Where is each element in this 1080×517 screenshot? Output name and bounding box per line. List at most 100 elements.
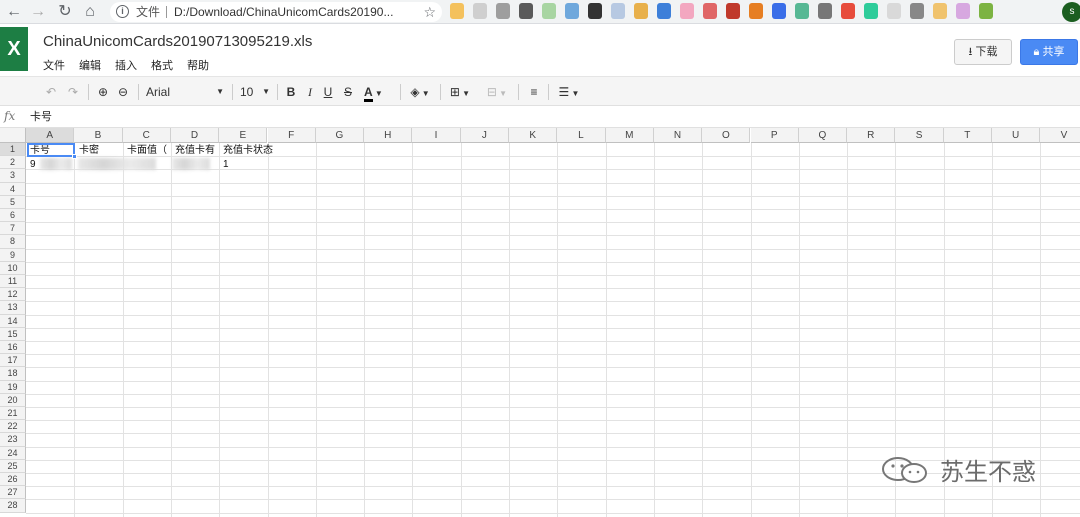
column-header-t[interactable]: T <box>943 128 992 143</box>
share-button[interactable]: 🔒︎ 共享 <box>1020 39 1078 65</box>
download-button[interactable]: ⭳ 下载 <box>954 39 1012 65</box>
extension-icon[interactable] <box>795 3 809 19</box>
row-header-15[interactable]: 15 <box>0 327 26 341</box>
cell-A2[interactable]: 9 <box>27 158 75 171</box>
row-header-23[interactable]: 23 <box>0 433 26 447</box>
extension-icon[interactable] <box>519 3 533 19</box>
zoom-out-icon[interactable]: ⊖ <box>114 81 132 103</box>
cell-C1[interactable]: 卡面值（ <box>124 144 172 157</box>
row-header-13[interactable]: 13 <box>0 301 26 315</box>
menu-edit[interactable]: 编辑 <box>79 57 101 73</box>
row-header-6[interactable]: 6 <box>0 209 26 223</box>
extension-icon[interactable] <box>864 3 878 19</box>
zoom-in-icon[interactable]: ⊕ <box>94 81 112 103</box>
extension-icon[interactable] <box>726 3 740 19</box>
strikethrough-button[interactable]: S <box>340 81 356 103</box>
extension-icon[interactable] <box>542 3 556 19</box>
extension-icon[interactable] <box>841 3 855 19</box>
row-header-2[interactable]: 2 <box>0 156 26 170</box>
extension-icon[interactable] <box>772 3 786 19</box>
extension-icon[interactable] <box>933 3 947 19</box>
row-header-12[interactable]: 12 <box>0 288 26 302</box>
column-header-o[interactable]: O <box>702 128 751 143</box>
menu-file[interactable]: 文件 <box>43 57 65 73</box>
row-header-27[interactable]: 27 <box>0 486 26 500</box>
merge-cells-button[interactable]: ⊟ ▼ <box>482 81 512 103</box>
menu-format[interactable]: 格式 <box>151 57 173 73</box>
formula-input[interactable]: 卡号 <box>24 108 1074 126</box>
row-header-8[interactable]: 8 <box>0 235 26 249</box>
cell-E2[interactable]: 1 <box>220 158 268 171</box>
column-header-m[interactable]: M <box>605 128 654 143</box>
row-header-11[interactable]: 11 <box>0 275 26 289</box>
column-header-a[interactable]: A <box>26 128 75 143</box>
extension-icon[interactable] <box>473 3 487 19</box>
fill-color-button[interactable]: ◈ ▼ <box>406 81 434 103</box>
menu-insert[interactable]: 插入 <box>115 57 137 73</box>
row-header-18[interactable]: 18 <box>0 367 26 381</box>
row-header-24[interactable]: 24 <box>0 446 26 460</box>
row-header-25[interactable]: 25 <box>0 459 26 473</box>
row-header-28[interactable]: 28 <box>0 499 26 513</box>
extension-icon[interactable] <box>910 3 924 19</box>
row-header-14[interactable]: 14 <box>0 314 26 328</box>
home-icon[interactable]: ⌂ <box>80 2 100 22</box>
menu-help[interactable]: 帮助 <box>187 57 209 73</box>
align-button[interactable]: ☰ ▼ <box>554 81 584 103</box>
row-header-1[interactable]: 1 <box>0 143 26 157</box>
row-header-19[interactable]: 19 <box>0 380 26 394</box>
column-header-n[interactable]: N <box>653 128 703 143</box>
font-family-select[interactable]: Arial ▼ <box>146 81 226 103</box>
row-header-22[interactable]: 22 <box>0 420 26 434</box>
extension-icon[interactable] <box>887 3 901 19</box>
extension-icon[interactable] <box>565 3 579 19</box>
extension-icon[interactable] <box>496 3 510 19</box>
row-header-16[interactable]: 16 <box>0 341 26 355</box>
column-header-l[interactable]: L <box>557 128 606 143</box>
fill-handle[interactable] <box>72 154 77 159</box>
url-text[interactable]: D:/Download/ChinaUnicomCards20190... <box>174 2 393 22</box>
column-header-h[interactable]: H <box>364 128 413 143</box>
column-header-r[interactable]: R <box>847 128 896 143</box>
undo-icon[interactable]: ↶ <box>42 81 60 103</box>
row-header-20[interactable]: 20 <box>0 393 26 407</box>
extension-icon[interactable] <box>680 3 694 19</box>
extension-icon[interactable] <box>749 3 763 19</box>
column-header-e[interactable]: E <box>219 128 268 143</box>
row-header-3[interactable]: 3 <box>0 169 26 183</box>
file-title[interactable]: ChinaUnicomCards20190713095219.xls <box>43 33 312 50</box>
info-icon[interactable]: i <box>116 5 129 18</box>
arrow-right-icon[interactable]: → <box>28 2 48 22</box>
reload-icon[interactable]: ↻ <box>55 2 75 22</box>
text-color-button[interactable]: A ▼ <box>364 81 392 103</box>
font-size-select[interactable]: 10 ▼ <box>240 81 270 103</box>
column-header-s[interactable]: S <box>895 128 944 143</box>
extension-icon[interactable] <box>634 3 648 19</box>
row-header-9[interactable]: 9 <box>0 248 26 262</box>
extension-icon[interactable] <box>657 3 671 19</box>
select-all-corner[interactable] <box>0 128 26 143</box>
bold-button[interactable]: B <box>283 81 299 103</box>
row-header-26[interactable]: 26 <box>0 473 26 487</box>
column-header-c[interactable]: C <box>122 128 171 143</box>
extension-icon[interactable] <box>611 3 625 19</box>
borders-button[interactable]: ⊞ ▼ <box>446 81 474 103</box>
bookmark-star-icon[interactable]: ☆ <box>423 2 436 22</box>
extension-icon[interactable] <box>956 3 970 19</box>
italic-button[interactable]: I <box>302 81 318 103</box>
row-header-17[interactable]: 17 <box>0 354 26 368</box>
extension-icon[interactable] <box>818 3 832 19</box>
row-header-7[interactable]: 7 <box>0 222 26 236</box>
row-header-10[interactable]: 10 <box>0 261 26 275</box>
row-header-5[interactable]: 5 <box>0 195 26 209</box>
extension-icon[interactable] <box>979 3 993 19</box>
column-header-b[interactable]: B <box>74 128 123 143</box>
cell-B1[interactable]: 卡密 <box>76 144 124 157</box>
column-header-f[interactable]: F <box>267 128 316 143</box>
column-header-p[interactable]: P <box>750 128 799 143</box>
column-header-u[interactable]: U <box>992 128 1041 143</box>
column-header-j[interactable]: J <box>460 128 509 143</box>
redo-icon[interactable]: ↷ <box>64 81 82 103</box>
column-header-k[interactable]: K <box>509 128 558 143</box>
column-header-v[interactable]: V <box>1040 128 1080 143</box>
